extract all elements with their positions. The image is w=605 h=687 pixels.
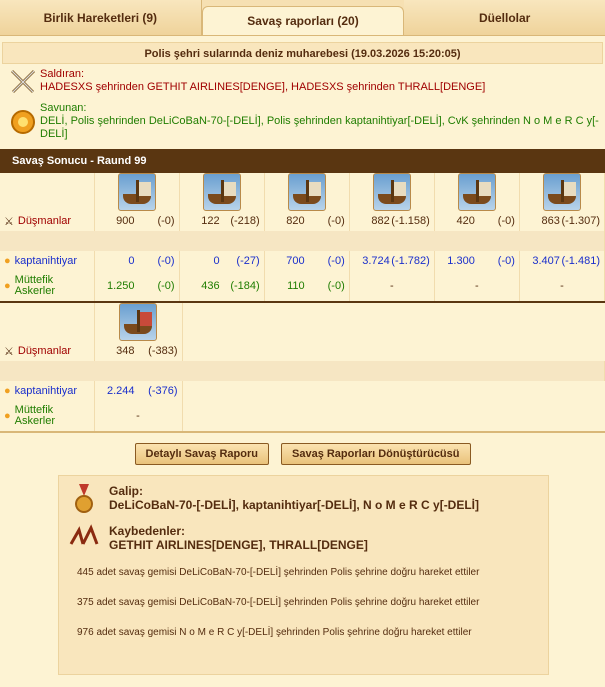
defender-section: Savunan: DELİ, Polis şehrinden DeLiCoBaN…: [0, 98, 605, 143]
cell-delta: (-1.481): [561, 255, 600, 267]
cell-delta: (-218): [230, 215, 260, 227]
tab-duels[interactable]: Düellolar: [404, 0, 605, 35]
ship-unit-6-image: [542, 173, 581, 211]
cell-value: 3.407: [532, 255, 560, 267]
cell-value: 700: [286, 255, 305, 267]
cell-value: 3.724: [362, 255, 390, 267]
cell-value: 1.300: [447, 255, 475, 267]
allies-label: Müttefik Askerler: [14, 404, 55, 427]
ship-unit-3-image: [287, 173, 326, 211]
loser-names: GETHIT AIRLINES[DENGE], THRALL[DENGE]: [109, 538, 368, 552]
cell-value: 0: [213, 255, 220, 267]
cell-value: 2.244: [106, 385, 135, 397]
allies-row-2: ● Müttefik Askerler -: [0, 401, 605, 431]
cell-delta: (-0): [327, 280, 345, 292]
defender-text: DELİ, Polis şehrinden DeLiCoBaN-70-[-DEL…: [40, 115, 599, 140]
log-line: 375 adet savaş gemisi DeLiCoBaN-70-[-DEL…: [77, 597, 480, 608]
winner-title: Galip:: [109, 484, 144, 498]
units-table-1: ⚔ Düşmanlar 900 (-0) 122 (-218) 820 (-0) 882…: [0, 173, 605, 301]
cell-delta: (-0): [157, 215, 175, 227]
report-converter-button[interactable]: Savaş Raporları Dönüştürücüsü: [281, 443, 471, 465]
allies-label: Müttefik Askerler: [14, 274, 55, 297]
shield-icon: [6, 102, 40, 141]
cell-delta: (-184): [230, 280, 260, 292]
allies-row: ● Müttefik Askerler 1.250 (-0) 436 (-184) 1…: [0, 271, 605, 301]
cell-value: 882: [371, 215, 390, 227]
kaptan-row: ● kaptanihtiyar 0 (-0) 0 (-27) 700 (-0) 3.72…: [0, 251, 605, 271]
crossed-swords-icon: ⚔: [4, 345, 14, 358]
cell-value: -: [519, 271, 605, 301]
cell-delta: (-1.158): [391, 215, 430, 227]
report-title: Polis şehri sularında deniz muharebesi (…: [2, 42, 603, 64]
cell-value: 110: [287, 280, 305, 292]
cell-value: -: [349, 271, 435, 301]
tab-battle-reports[interactable]: Savaş raporları (20): [201, 6, 405, 35]
fallen-soldiers-icon: [69, 524, 99, 552]
attacker-text: HADESXS şehrinden GETHIT AIRLINES[DENGE]…: [40, 81, 486, 93]
units-table-2: ⚔ Düşmanlar 348 (-383) ● kaptanihtiyar 2.24…: [0, 303, 605, 431]
log-line: 445 adet savaş gemisi DeLiCoBaN-70-[-DEL…: [77, 567, 480, 578]
cell-value: 122: [201, 215, 220, 227]
shield-icon: ●: [4, 410, 11, 422]
kaptan-label[interactable]: kaptanihtiyar: [15, 255, 77, 267]
medal-icon: [69, 484, 99, 514]
kaptan-row-2: ● kaptanihtiyar 2.244 (-376): [0, 381, 605, 401]
cell-delta: (-0): [497, 255, 515, 267]
cell-value: 436: [201, 280, 220, 292]
loser-title: Kaybedenler:: [109, 524, 186, 538]
battle-summary: Galip: DeLiCoBaN-70-[-DELİ], kaptanihtiy…: [58, 475, 549, 675]
ship-unit-7-image: [119, 303, 157, 341]
shield-icon: ●: [4, 280, 11, 292]
movement-log: 445 adet savaş gemisi DeLiCoBaN-70-[-DEL…: [77, 564, 538, 642]
cell-delta: (-1.307): [561, 215, 600, 227]
battle-result-bar: Savaş Sonucu - Raund 99: [0, 149, 605, 173]
winner-names: DeLiCoBaN-70-[-DELİ], kaptanihtiyar[-DEL…: [109, 498, 480, 512]
tab-troop-movements[interactable]: Birlik Hareketleri (9): [0, 0, 202, 35]
cell-delta: (-0): [157, 255, 175, 267]
cell-value: -: [434, 271, 520, 301]
crossed-swords-icon: ⚔: [4, 215, 14, 228]
cell-delta: (-376): [148, 385, 178, 397]
cell-delta: (-0): [327, 255, 345, 267]
cell-value: 820: [286, 215, 305, 227]
enemies-label: Düşmanlar: [17, 214, 72, 227]
ship-unit-5-image: [457, 173, 496, 211]
cell-value: 1.250: [106, 280, 135, 292]
attacker-label: Saldıran:: [40, 68, 85, 80]
cell-value: 900: [116, 215, 135, 227]
cell-delta: (-0): [497, 215, 515, 227]
enemies-label: Düşmanlar: [17, 344, 72, 357]
ship-unit-4-image: [372, 173, 411, 211]
detailed-report-button[interactable]: Detaylı Savaş Raporu: [134, 443, 269, 465]
cell-delta: (-27): [236, 255, 260, 267]
ship-unit-1-image: [117, 173, 156, 211]
cell-value: 0: [128, 255, 135, 267]
report-tabs: Birlik Hareketleri (9) Savaş raporları (…: [0, 0, 605, 36]
cell-delta: (-0): [157, 280, 175, 292]
kaptan-label[interactable]: kaptanihtiyar: [15, 385, 77, 397]
shield-icon: ●: [4, 385, 11, 397]
shield-icon: ●: [4, 255, 11, 267]
enemies-row: ⚔ Düşmanlar 900 (-0) 122 (-218) 820 (-0) 882…: [0, 211, 605, 231]
crossed-swords-icon: [6, 68, 40, 96]
cell-value: 348: [116, 345, 135, 357]
cell-value: -: [94, 401, 183, 431]
attacker-section: Saldıran: HADESXS şehrinden GETHIT AIRLI…: [0, 64, 605, 98]
ship-unit-2-image: [202, 173, 241, 211]
cell-delta: (-383): [148, 345, 178, 357]
cell-delta: (-1.782): [391, 255, 430, 267]
cell-value: 863: [541, 215, 560, 227]
cell-value: 420: [456, 215, 475, 227]
cell-delta: (-0): [327, 215, 345, 227]
defender-label: Savunan:: [40, 102, 87, 114]
enemies-row-2: ⚔ Düşmanlar 348 (-383): [0, 341, 605, 361]
log-line: 976 adet savaş gemisi N o M e R C y[-DEL…: [77, 627, 472, 638]
